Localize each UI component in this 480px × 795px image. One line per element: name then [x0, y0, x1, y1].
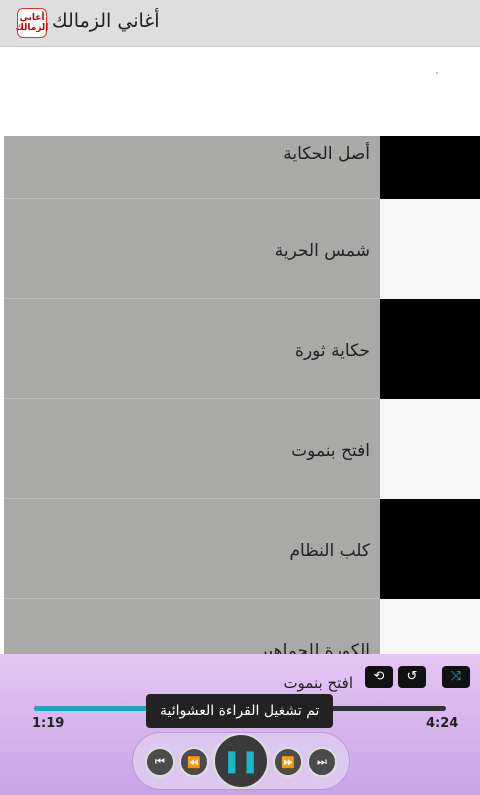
song-cell[interactable]: الكورة للجماهير [4, 599, 380, 656]
song-cell[interactable]: كلب النظام [4, 499, 380, 599]
fast-forward-icon[interactable]: ⏩ [273, 747, 303, 777]
song-row-4[interactable]: افتح بنموت [0, 399, 480, 499]
song-title: شمس الحرية [274, 241, 370, 261]
song-row-1[interactable]: أصل الحكاية [0, 136, 480, 199]
skip-next-icon[interactable]: ⏭ [307, 747, 337, 777]
song-side-block [380, 299, 480, 399]
ad-dot [436, 72, 438, 74]
ad-banner [4, 47, 480, 135]
app-logo-text-1: أغاني [19, 13, 45, 23]
skip-previous-icon[interactable]: ⏮ [145, 747, 175, 777]
song-row-5[interactable]: كلب النظام [0, 499, 480, 599]
total-duration: 4:24 [426, 716, 459, 731]
app-header: أغاني الزمالك أغاني الزمالك [0, 0, 480, 47]
now-playing-title: افتح بنموت [283, 674, 353, 692]
song-cell[interactable]: افتح بنموت [4, 399, 380, 499]
song-side-block [380, 599, 480, 656]
song-cell[interactable]: أصل الحكاية [4, 136, 380, 199]
app-logo-icon: أغاني الزمالك [15, 8, 49, 38]
song-side-block [380, 399, 480, 499]
song-title: افتح بنموت [291, 441, 370, 461]
repeat-all-icon[interactable]: ↺ [398, 666, 426, 688]
pause-button[interactable]: ❚❚ [213, 733, 269, 789]
song-title: حكاية ثورة [295, 341, 370, 361]
song-side-block [380, 199, 480, 299]
app-logo-text-2: الزمالك [15, 23, 49, 33]
song-side-block [380, 136, 480, 199]
elapsed-time: 1:19 [32, 716, 65, 731]
shuffle-icon[interactable]: ⤨ [442, 666, 470, 688]
song-cell[interactable]: شمس الحرية [4, 199, 380, 299]
song-row-6[interactable]: الكورة للجماهير [0, 599, 480, 656]
repeat-one-icon[interactable]: ⟲ [365, 666, 393, 688]
song-row-2[interactable]: شمس الحرية [0, 199, 480, 299]
toast-message: تم تشغيل القراءة العشوائية [146, 694, 334, 728]
seek-bar-fill [34, 706, 158, 711]
playback-controls: ⏮ ⏪ ❚❚ ⏩ ⏭ [132, 732, 350, 790]
song-cell[interactable]: حكاية ثورة [4, 299, 380, 399]
app-title: أغاني الزمالك [52, 10, 160, 32]
song-title: أصل الحكاية [283, 144, 370, 164]
song-row-3[interactable]: حكاية ثورة [0, 299, 480, 399]
music-player: ⟲ ↺ ⤨ افتح بنموت 1:19 4:24 تم تشغيل القر… [0, 654, 480, 795]
song-title: كلب النظام [289, 541, 370, 561]
rewind-icon[interactable]: ⏪ [179, 747, 209, 777]
song-side-block [380, 499, 480, 599]
song-list[interactable]: أصل الحكاية شمس الحرية حكاية ثورة افتح ب… [0, 136, 480, 656]
